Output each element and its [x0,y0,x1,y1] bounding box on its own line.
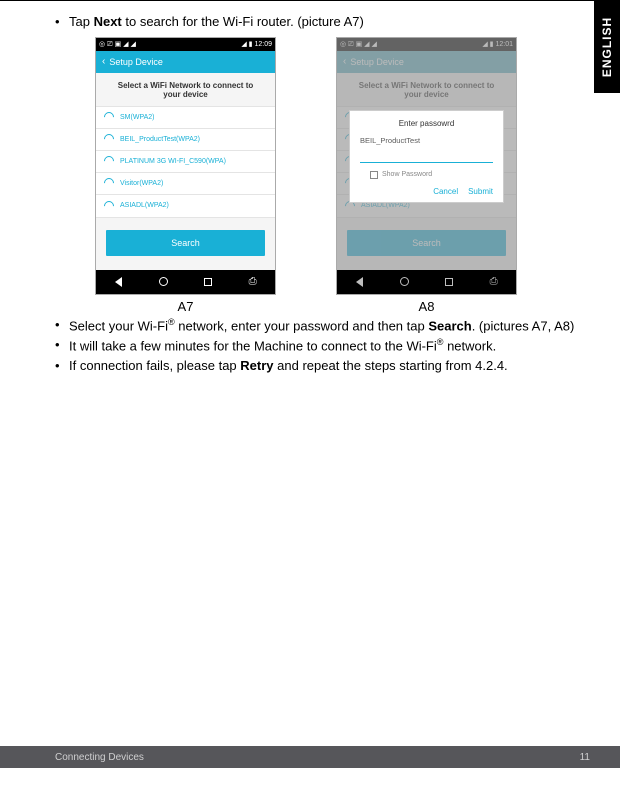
cancel-button: Cancel [433,187,458,196]
nav-extra-icon: ⎙ [247,276,259,288]
app-bar: ‹ Setup Device [96,51,275,73]
text: Select your Wi-Fi [69,318,168,333]
text-bold: Search [428,318,471,333]
nav-home-icon [157,276,169,288]
wifi-icon [104,201,114,211]
status-left: ◎ ⎚ ▣ ◢ ◢ [99,40,136,49]
wifi-name: PLATINUM 3G WI-FI_C590(WPA) [120,158,226,165]
wifi-icon [104,178,114,188]
wifi-name: SM(WPA2) [120,114,154,121]
wifi-item: ASIADL(WPA2) [96,195,275,217]
screenshot-a7: ◎ ⎚ ▣ ◢ ◢ ◢ ▮ 12:09 ‹ Setup Device Selec… [95,37,276,295]
dialog-ssid: BEIL_ProductTest [360,136,493,145]
text: network. [443,339,496,354]
text: Tap [69,14,94,29]
footer-page-number: 11 [580,752,590,763]
text: and repeat the steps starting from 4.2.4… [274,358,508,373]
android-nav-bar: ⎙ [96,270,275,294]
text: It will take a few minutes for the Machi… [69,339,437,354]
wifi-item: SM(WPA2) [96,107,275,129]
wifi-name: BEIL_ProductTest(WPA2) [120,136,200,143]
screen-heading: Select a WiFi Network to connect to your… [96,73,275,106]
text: . (pictures A7, A8) [472,318,575,333]
search-button: Search [106,230,265,256]
text-bold: Next [94,14,122,29]
text-bold: Retry [240,358,273,373]
wifi-item: Visitor(WPA2) [96,173,275,195]
screenshot-label-a7: A7 [178,299,194,314]
password-dialog: Enter passowrd BEIL_ProductTest Show Pas… [349,110,504,203]
footer-section: Connecting Devices [55,752,144,763]
checkbox-icon [370,171,378,179]
wifi-item: PLATINUM 3G WI-FI_C590(WPA) [96,151,275,173]
wifi-icon [104,112,114,122]
text: network, enter your password and then ta… [175,318,429,333]
show-password-label: Show Password [382,171,432,178]
show-password-row: Show Password [360,171,493,179]
status-right: ◢ ▮ 12:09 [241,40,272,48]
wifi-name: ASIADL(WPA2) [120,202,169,209]
language-tab: ENGLISH [594,1,620,93]
wifi-list: SM(WPA2) BEIL_ProductTest(WPA2) PLATINUM… [96,106,275,218]
wifi-item: BEIL_ProductTest(WPA2) [96,129,275,151]
page-footer: Connecting Devices 11 [0,746,620,768]
text: to search for the Wi-Fi router. (picture… [122,14,364,29]
app-bar-title: Setup Device [109,57,163,67]
status-bar: ◎ ⎚ ▣ ◢ ◢ ◢ ▮ 12:09 [96,38,275,51]
dialog-title: Enter passowrd [360,119,493,128]
wifi-icon [104,156,114,166]
screenshot-a8: ◎ ⎚ ▣ ◢ ◢ ◢ ▮ 12:01 ‹ Setup Device Selec… [336,37,517,295]
wifi-name: Visitor(WPA2) [120,180,163,187]
screenshot-label-a8: A8 [419,299,435,314]
registered-mark: ® [168,317,175,327]
instruction-item: Tap Next to search for the Wi-Fi router.… [55,13,590,31]
language-label: ENGLISH [600,17,614,77]
back-icon: ‹ [102,56,105,67]
instruction-item: Select your Wi-Fi® network, enter your p… [55,316,590,335]
nav-back-icon [112,276,124,288]
password-input [360,151,493,163]
instruction-item: If connection fails, please tap Retry an… [55,357,590,375]
instruction-item: It will take a few minutes for the Machi… [55,336,590,355]
nav-recent-icon [202,276,214,288]
text: If connection fails, please tap [69,358,240,373]
submit-button: Submit [468,187,493,196]
wifi-icon [104,134,114,144]
